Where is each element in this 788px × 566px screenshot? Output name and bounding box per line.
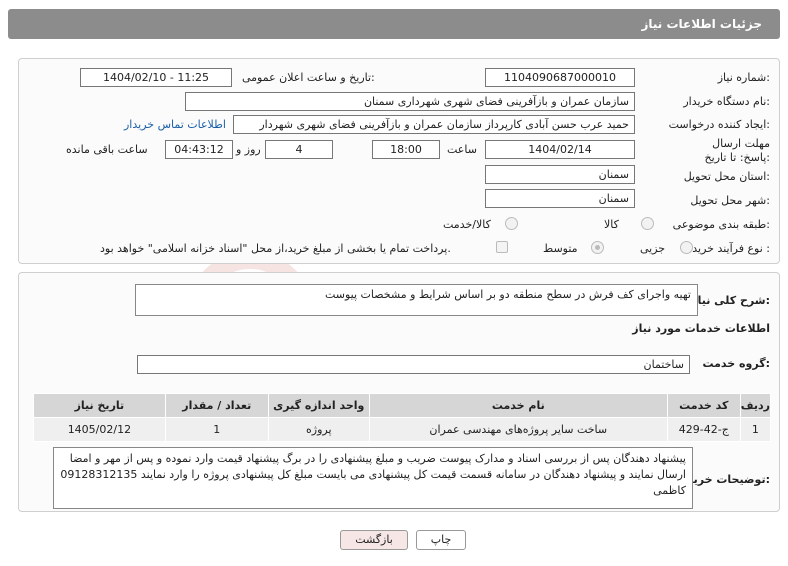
summary-textarea: تهیه واجرای کف فرش در سطح منطقه دو بر اس… — [135, 284, 698, 316]
print-button[interactable]: چاپ — [416, 530, 466, 550]
category-goods-service-label: کالا/خدمت — [443, 218, 491, 231]
need-info-panel — [18, 58, 780, 264]
page-title: جزئیات اطلاعات نیاز — [641, 17, 762, 31]
cell-code: ج-42-429 — [666, 417, 741, 442]
back-button[interactable]: بازگشت — [340, 530, 408, 550]
need-number-label: شماره نیاز: — [717, 71, 770, 84]
page-header: جزئیات اطلاعات نیاز — [8, 9, 780, 39]
summary-text: تهیه واجرای کف فرش در سطح منطقه دو بر اس… — [324, 288, 691, 301]
deadline-date-field: 1404/02/14 — [485, 140, 635, 159]
announce-date-label: تاریخ و ساعت اعلان عمومی: — [242, 71, 375, 84]
treasury-payment-checkbox[interactable] — [496, 241, 508, 253]
process-minor-radio[interactable] — [680, 241, 693, 254]
process-label: نوع فرآیند خرید : — [692, 242, 770, 255]
deadline-label: مهلت ارسال پاسخ: تا تاریخ: — [704, 137, 770, 164]
process-minor-label: جزیی — [640, 242, 666, 255]
col-code-header: کد خدمت — [666, 393, 741, 418]
service-group-label: گروه خدمت: — [702, 357, 770, 370]
process-medium-radio[interactable] — [591, 241, 604, 254]
buyer-org-label: نام دستگاه خریدار: — [683, 95, 770, 108]
col-date-header: تاریخ نیاز — [33, 393, 166, 418]
requester-label: ایجاد کننده درخواست: — [668, 118, 770, 131]
requester-field: حمید عرب حسن آبادی کارپرداز سازمان عمران… — [233, 115, 635, 134]
col-name-header: نام خدمت — [368, 393, 668, 418]
services-heading: اطلاعات خدمات مورد نیاز — [632, 322, 770, 335]
buyer-org-field: سازمان عمران و بازآفرینی فضای شهری شهردا… — [185, 92, 635, 111]
cell-qty: 1 — [164, 417, 269, 442]
summary-label: شرح کلی نیاز: — [691, 294, 770, 307]
buyer-notes-text: پیشنهاد دهندگان پس از بررسی اسناد و مدار… — [60, 452, 686, 497]
col-qty-header: تعداد / مقدار — [164, 393, 269, 418]
days-field: 4 — [265, 140, 333, 159]
category-goods-radio[interactable] — [641, 217, 654, 230]
remaining-time-label: ساعت باقی مانده — [66, 143, 148, 156]
buyer-notes-textarea: پیشنهاد دهندگان پس از بررسی اسناد و مدار… — [53, 447, 693, 509]
remaining-time-field: 04:43:12 — [165, 140, 233, 159]
col-unit-header: واحد اندازه گیری — [267, 393, 370, 418]
category-label: طبقه بندی موضوعی: — [672, 218, 770, 231]
city-field: سمنان — [485, 189, 635, 208]
category-goods-service-radio[interactable] — [505, 217, 518, 230]
treasury-payment-note: پرداخت تمام یا بخشی از مبلغ خرید،از محل … — [100, 242, 451, 255]
province-field: سمنان — [485, 165, 635, 184]
announce-date-field: 1404/02/10 - 11:25 — [80, 68, 232, 87]
table-row: 1 ج-42-429 ساخت سایر پروژه‌های مهندسی عم… — [33, 417, 772, 442]
service-group-field: ساختمان — [137, 355, 690, 374]
cell-unit: پروژه — [267, 417, 370, 442]
services-table: ردیف کد خدمت نام خدمت واحد اندازه گیری ت… — [33, 393, 772, 442]
category-goods-label: کالا — [604, 218, 619, 231]
deadline-time-field: 18:00 — [372, 140, 440, 159]
buyer-contact-link[interactable]: اطلاعات تماس خریدار — [124, 118, 226, 131]
cell-row: 1 — [739, 417, 772, 442]
need-number-field: 1104090687000010 — [485, 68, 635, 87]
cell-date: 1405/02/12 — [33, 417, 166, 442]
deadline-time-label: ساعت — [447, 143, 477, 156]
process-medium-label: متوسط — [543, 242, 578, 255]
col-row-header: ردیف — [739, 393, 772, 418]
days-label: روز و — [236, 143, 261, 156]
table-header-row: ردیف کد خدمت نام خدمت واحد اندازه گیری ت… — [33, 393, 772, 418]
cell-name: ساخت سایر پروژه‌های مهندسی عمران — [368, 417, 668, 442]
city-label: شهر محل تحویل: — [690, 194, 770, 207]
province-label: استان محل تحویل: — [683, 170, 770, 183]
